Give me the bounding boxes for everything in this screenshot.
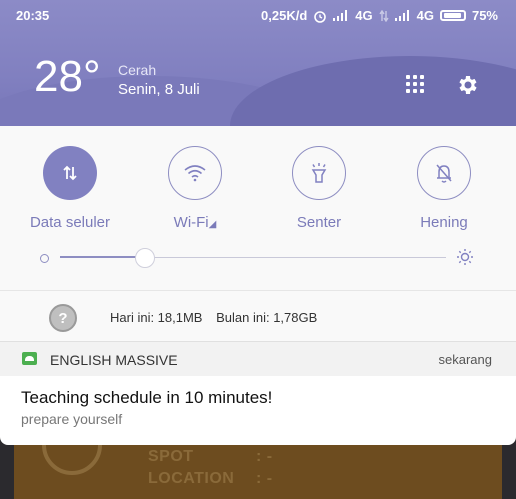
tile-circle[interactable] (417, 146, 471, 200)
slider-fill (60, 256, 145, 258)
quick-settings-panel: Data seluler Wi-Fi◢ Senter Hening ? Hari… (0, 126, 516, 341)
brightness-slider[interactable] (40, 248, 480, 268)
signal-icon (394, 10, 411, 21)
tile-circle[interactable] (43, 146, 97, 200)
all-toggles-grid-icon[interactable] (406, 75, 426, 95)
status-bar: 20:35 0,25K/d 4G 4G 75% (0, 0, 516, 30)
flashlight-icon (311, 163, 327, 183)
notification-time: sekarang (438, 352, 492, 367)
network-type-1: 4G (355, 8, 373, 23)
data-usage: Hari ini: 18,1MB Bulan ini: 1,78GB (110, 310, 317, 325)
usage-today: Hari ini: 18,1MB (110, 310, 203, 325)
battery-icon (439, 10, 466, 21)
status-time: 20:35 (16, 8, 50, 23)
tile-circle[interactable] (168, 146, 222, 200)
tile-label: Wi-Fi◢ (173, 214, 217, 231)
location-label: LOCATION (148, 470, 235, 487)
alarm-icon (314, 10, 327, 23)
brightness-high-icon (457, 249, 473, 265)
network-type-2: 4G (416, 8, 434, 23)
tile-circle[interactable] (292, 146, 346, 200)
tile-label: Data seluler (29, 214, 111, 231)
spot-label: SPOT (148, 448, 194, 465)
weather-temperature[interactable]: 28° (34, 52, 101, 102)
tile-senter[interactable]: Senter (264, 146, 374, 231)
gear-icon[interactable] (456, 73, 480, 97)
status-icons: 0,25K/d 4G 4G 75% (261, 8, 498, 23)
android-app-icon (22, 352, 37, 365)
divider (0, 290, 516, 291)
notification-shade-header: 20:35 0,25K/d 4G 4G 75% 28° Cerah Senin,… (0, 0, 516, 126)
data-arrows-icon (379, 9, 389, 22)
tile-label: Hening (420, 214, 468, 231)
tile-label: Senter (296, 214, 342, 231)
notification-app-name: ENGLISH MASSIVE (50, 352, 178, 368)
tile-data-seluler[interactable]: Data seluler (15, 146, 125, 231)
tile-wifi[interactable]: Wi-Fi◢ (140, 146, 250, 231)
notification-title: Teaching schedule in 10 minutes! (21, 388, 273, 407)
tile-hening[interactable]: Hening (389, 146, 499, 231)
notification-card[interactable]: ENGLISH MASSIVE sekarang Teaching schedu… (0, 341, 516, 445)
network-speed: 0,25K/d (261, 8, 308, 23)
notification-header: ENGLISH MASSIVE sekarang (0, 342, 516, 376)
battery-percent: 75% (471, 8, 498, 23)
location-value: : - (256, 470, 273, 487)
weather-condition: Cerah (118, 62, 157, 78)
signal-icon (333, 10, 349, 21)
data-transfer-icon (63, 165, 77, 181)
notification-text: prepare yourself (21, 411, 123, 427)
usage-month: Bulan ini: 1,78GB (216, 310, 318, 325)
brightness-low-icon (40, 254, 49, 263)
slider-knob[interactable] (134, 248, 155, 268)
expand-caret-icon: ◢ (208, 219, 217, 230)
spot-value: : - (256, 448, 273, 465)
help-icon[interactable]: ? (49, 304, 77, 332)
date-label[interactable]: Senin, 8 Juli (118, 81, 200, 98)
bell-off-icon (436, 164, 452, 183)
wifi-icon (184, 165, 206, 182)
